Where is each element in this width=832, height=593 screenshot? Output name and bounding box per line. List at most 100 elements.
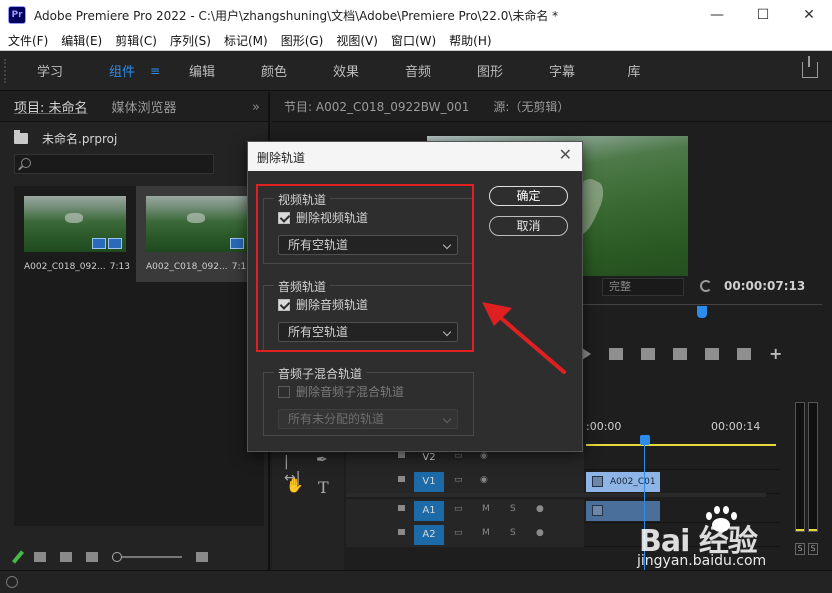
panel-overflow-icon[interactable]: »: [252, 100, 260, 115]
menu-file[interactable]: 文件(F): [0, 32, 53, 49]
timeline-playhead-icon[interactable]: [640, 435, 650, 445]
workspace-tab-effects[interactable]: 效果: [310, 61, 382, 80]
delete-video-tracks-checkbox[interactable]: [278, 211, 290, 224]
menu-view[interactable]: 视图(V): [328, 32, 383, 49]
premiere-app-icon: Pr: [8, 6, 26, 24]
workspace-tab-color[interactable]: 颜色: [238, 61, 310, 80]
track-label[interactable]: A2: [414, 525, 444, 545]
timeline-time-start: :00:00: [586, 420, 622, 433]
video-tracks-select[interactable]: 所有空轨道: [278, 235, 458, 255]
menu-markers[interactable]: 标记(M): [216, 32, 273, 49]
add-button-icon[interactable]: +: [769, 344, 782, 363]
menu-sequence[interactable]: 序列(S): [162, 32, 216, 49]
workspace-tab-graphics[interactable]: 图形: [454, 61, 526, 80]
sort-icon[interactable]: [196, 552, 208, 562]
microphone-icon[interactable]: ●: [536, 528, 544, 538]
monitor-time-ruler[interactable]: [582, 304, 822, 305]
meter-solo-button[interactable]: S: [808, 543, 818, 555]
menu-edit[interactable]: 编辑(E): [53, 32, 107, 49]
meter-solo-button[interactable]: S: [795, 543, 805, 555]
menu-help[interactable]: 帮助(H): [441, 32, 496, 49]
delete-submix-tracks-row: 删除音频子混合轨道: [278, 383, 404, 400]
close-window-button[interactable]: ✕: [786, 0, 832, 30]
workspace-tab-audio[interactable]: 音频: [382, 61, 454, 80]
microphone-icon[interactable]: ●: [536, 504, 544, 514]
chevron-down-icon: [442, 414, 452, 424]
monitor-playhead-icon[interactable]: [697, 306, 707, 318]
track-label[interactable]: V1: [414, 472, 444, 492]
sync-lock-icon[interactable]: ▭: [454, 528, 463, 538]
tab-source[interactable]: 源:（无剪辑）: [481, 98, 581, 115]
lock-icon[interactable]: [398, 476, 405, 482]
solo-button[interactable]: S: [510, 504, 516, 514]
sync-lock-icon[interactable]: ▭: [454, 451, 463, 461]
pencil-icon[interactable]: [11, 550, 25, 564]
cancel-button[interactable]: 取消: [489, 216, 568, 236]
folder-icon: [14, 130, 28, 144]
workspace-tab-assembly[interactable]: 组件: [86, 61, 158, 80]
dialog-title: 删除轨道: [257, 151, 306, 165]
transport-controls: +: [582, 344, 782, 363]
solo-button[interactable]: S: [510, 528, 516, 538]
workspace-tab-captions[interactable]: 字幕: [526, 61, 598, 80]
ok-button[interactable]: 确定: [489, 186, 568, 206]
lock-icon[interactable]: [398, 452, 405, 458]
timeline-time-end: 00:00:14: [711, 420, 761, 433]
audio-tracks-select[interactable]: 所有空轨道: [278, 322, 458, 342]
workspace-tab-learn[interactable]: 学习: [14, 61, 86, 80]
program-timecode[interactable]: 00:00:07:13: [724, 279, 805, 293]
list-view-icon[interactable]: [34, 552, 46, 562]
zoom-slider[interactable]: [112, 552, 182, 562]
project-file-row: 未命名.prproj: [14, 130, 117, 147]
track-header: V1 ▭ ◉: [346, 470, 584, 494]
play-icon[interactable]: [582, 347, 591, 360]
sync-lock-icon[interactable]: ▭: [454, 504, 463, 514]
icon-view-icon[interactable]: [60, 552, 72, 562]
camera-icon[interactable]: [705, 347, 719, 360]
timeline-track-divider[interactable]: [346, 493, 766, 497]
step-forward-icon[interactable]: [609, 347, 623, 360]
lock-icon[interactable]: [398, 505, 405, 511]
timeline-audio-clip[interactable]: [586, 501, 660, 521]
clip-thumbnail[interactable]: A002_C018_092... 7:13: [14, 186, 136, 282]
timeline-video-clip[interactable]: A002_C01: [586, 472, 660, 492]
menu-graphics[interactable]: 图形(G): [273, 32, 329, 49]
tab-media-browser[interactable]: 媒体浏览器: [98, 97, 187, 116]
workspace-tab-editing[interactable]: 编辑: [166, 61, 238, 80]
eye-icon[interactable]: ◉: [480, 475, 488, 485]
hand-tool-icon[interactable]: ✋: [286, 478, 303, 494]
fit-select[interactable]: 完整: [602, 278, 684, 296]
freeform-view-icon[interactable]: [86, 552, 98, 562]
extract-icon[interactable]: [673, 347, 687, 360]
delete-audio-tracks-row[interactable]: 删除音频轨道: [278, 296, 368, 313]
share-icon[interactable]: [802, 56, 818, 78]
sequence-thumbnail[interactable]: A002_C018_092... 7:13: [136, 186, 258, 282]
minimize-button[interactable]: —: [694, 0, 740, 30]
video-tracks-legend: 视频轨道: [274, 191, 331, 208]
mute-button[interactable]: M: [482, 528, 490, 538]
tab-program[interactable]: 节目: A002_C018_0922BW_001: [272, 98, 481, 115]
mute-button[interactable]: M: [482, 504, 490, 514]
workspace-tab-libraries[interactable]: 库: [598, 61, 670, 80]
type-tool-icon[interactable]: T: [318, 478, 334, 497]
delete-tracks-dialog: 删除轨道 ✕ 视频轨道 删除视频轨道 所有空轨道 音频轨道 删除音频轨道 所有空…: [247, 141, 583, 452]
track-select-tool-icon[interactable]: |↔|: [284, 454, 300, 486]
lock-icon[interactable]: [398, 529, 405, 535]
audio-tracks-legend: 音频轨道: [274, 278, 331, 295]
button-editor-icon[interactable]: [737, 347, 751, 360]
delete-video-tracks-row[interactable]: 删除视频轨道: [278, 209, 368, 226]
eye-icon[interactable]: ◉: [480, 451, 488, 461]
lift-icon[interactable]: [641, 347, 655, 360]
menu-clip[interactable]: 剪辑(C): [107, 32, 162, 49]
workspace-menu-icon[interactable]: ≡: [150, 64, 160, 78]
delete-audio-tracks-checkbox[interactable]: [278, 298, 290, 311]
maximize-button[interactable]: ☐: [740, 0, 786, 30]
project-search-input[interactable]: [14, 154, 214, 174]
sync-lock-icon[interactable]: ▭: [454, 475, 463, 485]
dialog-close-button[interactable]: ✕: [559, 146, 572, 164]
tab-project[interactable]: 项目: 未命名: [0, 97, 98, 116]
pen-tool-icon[interactable]: ✒: [316, 452, 332, 468]
track-label[interactable]: A1: [414, 501, 444, 521]
wrench-icon[interactable]: [700, 280, 712, 292]
menu-window[interactable]: 窗口(W): [383, 32, 441, 49]
